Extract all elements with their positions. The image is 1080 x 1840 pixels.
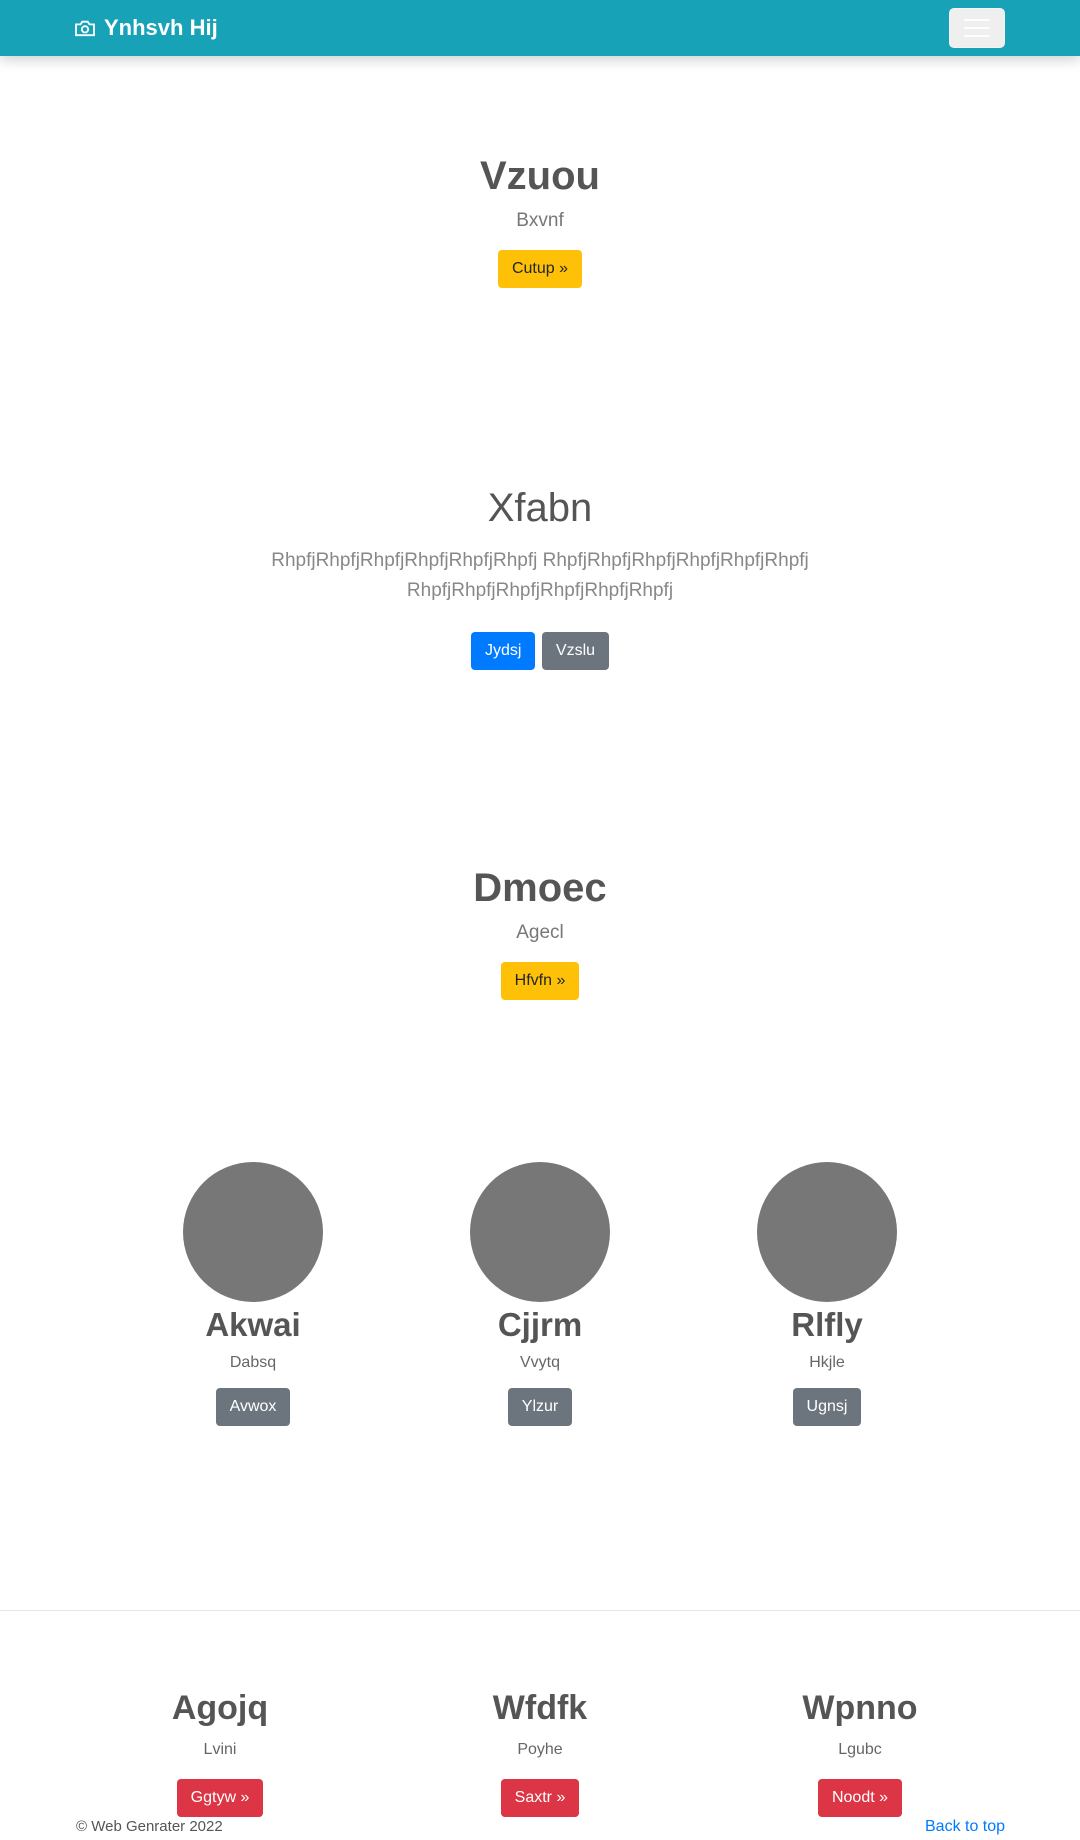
avatar-placeholder <box>183 1162 323 1302</box>
navbar: Ynhsvh Hij <box>0 0 1080 56</box>
feature-subtitle: Lgubc <box>838 1741 882 1759</box>
feature-column: Agojq Lvini Ggtyw » <box>70 1689 370 1818</box>
section-3-button[interactable]: Hfvfn » <box>500 962 580 1000</box>
feature-subtitle: Poyhe <box>517 1741 563 1759</box>
hero-section-3: Dmoec Agecl Hfvfn » <box>0 866 1080 1000</box>
profile-subtitle: Vvytq <box>519 1353 560 1371</box>
section-1-subtitle: Bxvnf <box>516 210 564 231</box>
profile-button[interactable]: Ugnsj <box>792 1387 862 1426</box>
profile-name: Rlfly <box>791 1306 863 1343</box>
section-2-secondary-button[interactable]: Vzslu <box>541 632 610 670</box>
navbar-brand[interactable]: Ynhsvh Hij <box>74 14 218 42</box>
hamburger-icon-bar <box>964 27 990 29</box>
profile-button[interactable]: Ylzur <box>507 1387 573 1426</box>
brand-label: Ynhsvh Hij <box>104 15 218 40</box>
back-to-top-link[interactable]: Back to top <box>925 1818 1005 1836</box>
camera-icon <box>75 20 95 37</box>
section-3-title: Dmoec <box>473 866 607 910</box>
profile-name: Akwai <box>205 1306 301 1343</box>
section-3-subtitle: Agecl <box>516 922 564 943</box>
profile-button[interactable]: Avwox <box>215 1387 291 1426</box>
profile-subtitle: Hkjle <box>809 1353 845 1371</box>
feature-title: Agojq <box>171 1689 269 1727</box>
feature-button[interactable]: Ggtyw » <box>176 1779 264 1818</box>
section-2-primary-button[interactable]: Jydsj <box>470 632 536 670</box>
avatar-placeholder <box>470 1162 610 1302</box>
profile-subtitle: Dabsq <box>229 1353 277 1371</box>
feature-subtitle: Lvini <box>203 1741 237 1759</box>
feature-title: Wpnno <box>802 1689 918 1727</box>
profile-name: Cjjrm <box>497 1306 583 1343</box>
feature-column: Wfdfk Poyhe Saxtr » <box>390 1689 690 1818</box>
section-2-title: Xfabn <box>487 486 593 530</box>
section-1-title: Vzuou <box>480 154 600 198</box>
footer-copyright: © Web Genrater 2022 <box>76 1818 223 1835</box>
feature-title: Wfdfk <box>492 1689 588 1727</box>
feature-button[interactable]: Noodt » <box>817 1779 903 1818</box>
section-1-button[interactable]: Cutup » <box>497 250 583 288</box>
profile-card: Akwai Dabsq Avwox <box>103 1162 403 1426</box>
hamburger-icon-bar <box>964 19 990 21</box>
profile-card: Rlfly Hkjle Ugnsj <box>677 1162 977 1426</box>
feature-button[interactable]: Saxtr » <box>500 1779 580 1818</box>
navbar-toggler-button[interactable] <box>949 8 1005 48</box>
avatar-placeholder <box>757 1162 897 1302</box>
section-divider <box>0 1610 1080 1611</box>
feature-column: Wpnno Lgubc Noodt » <box>710 1689 1010 1818</box>
profile-card: Cjjrm Vvytq Ylzur <box>390 1162 690 1426</box>
hamburger-icon-bar <box>964 35 990 37</box>
hero-section-2: Xfabn RhpfjRhpfjRhpfjRhpfjRhpfjRhpfj Rhp… <box>0 486 1080 670</box>
hero-section-1: Vzuou Bxvnf Cutup » <box>0 154 1080 288</box>
section-2-text: RhpfjRhpfjRhpfjRhpfjRhpfjRhpfj RhpfjRhpf… <box>271 550 809 601</box>
